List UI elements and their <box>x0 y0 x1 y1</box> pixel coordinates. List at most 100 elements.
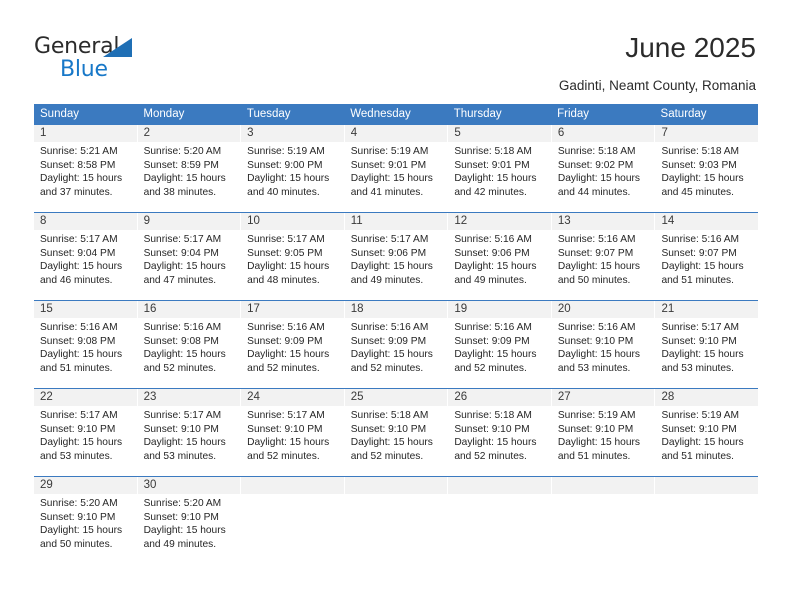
day-info-line: and 49 minutes. <box>143 538 217 550</box>
calendar-day-cell[interactable]: 11 Sunrise: 5:17 AM Sunset: 9:06 PM Dayligh… <box>344 213 449 300</box>
calendar-day-cell-empty <box>655 477 759 564</box>
day-info-line: Sunset: 9:06 PM <box>350 247 427 259</box>
day-sun-info: Sunrise: 5:17 AM Sunset: 9:10 PM Daylight:… <box>655 318 758 375</box>
day-sun-info: Sunrise: 5:16 AM Sunset: 9:10 PM Daylight:… <box>552 318 655 375</box>
day-number: 13 <box>557 215 571 227</box>
day-sun-info: Sunrise: 5:17 AM Sunset: 9:10 PM Daylight:… <box>138 406 241 463</box>
calendar-day-cell[interactable]: 30 Sunrise: 5:20 AM Sunset: 9:10 PM Dayligh… <box>137 477 242 564</box>
calendar-day-cell[interactable]: 24 Sunrise: 5:17 AM Sunset: 9:10 PM Dayligh… <box>241 389 345 476</box>
calendar-day-cell[interactable]: 23 Sunrise: 5:17 AM Sunset: 9:10 PM Dayligh… <box>137 389 242 476</box>
day-info-line: Sunset: 9:10 PM <box>454 423 530 435</box>
day-info-line: Daylight: 15 hours <box>557 349 641 361</box>
calendar-day-cell[interactable]: 20 Sunrise: 5:16 AM Sunset: 9:10 PM Dayligh… <box>551 301 656 388</box>
day-sun-info: Sunrise: 5:18 AM Sunset: 9:10 PM Daylight:… <box>448 406 551 463</box>
calendar-day-cell[interactable]: 12 Sunrise: 5:16 AM Sunset: 9:06 PM Dayligh… <box>448 213 552 300</box>
calendar-day-cell[interactable]: 1 Sunrise: 5:21 AM Sunset: 8:58 PM Daylight… <box>34 125 138 212</box>
day-number: 16 <box>143 303 157 315</box>
day-info-line: and 50 minutes. <box>40 538 113 550</box>
weekday-header-monday: Monday <box>143 108 185 120</box>
day-info-line: Sunrise: 5:16 AM <box>557 322 636 333</box>
day-number: 22 <box>40 391 53 403</box>
calendar-day-cell[interactable]: 18 Sunrise: 5:16 AM Sunset: 9:09 PM Dayligh… <box>344 301 449 388</box>
calendar-day-cell-empty <box>551 477 656 564</box>
day-info-line: Sunrise: 5:17 AM <box>350 234 429 245</box>
day-sun-info: Sunrise: 5:16 AM Sunset: 9:07 PM Daylight:… <box>655 230 758 287</box>
day-number-band: 2 <box>137 125 241 142</box>
day-sun-info: Sunrise: 5:17 AM Sunset: 9:10 PM Daylight:… <box>34 406 137 463</box>
calendar-day-cell[interactable]: 9 Sunrise: 5:17 AM Sunset: 9:04 PM Daylight… <box>137 213 242 300</box>
calendar-day-cell[interactable]: 28 Sunrise: 5:19 AM Sunset: 9:10 PM Dayligh… <box>655 389 759 476</box>
weekday-header-wednesday: Wednesday <box>350 108 411 120</box>
calendar-day-cell[interactable]: 29 Sunrise: 5:20 AM Sunset: 9:10 PM Dayligh… <box>34 477 138 564</box>
day-info-line: Sunrise: 5:18 AM <box>661 146 740 157</box>
calendar-day-cell[interactable]: 26 Sunrise: 5:18 AM Sunset: 9:10 PM Dayligh… <box>448 389 552 476</box>
calendar-day-cell[interactable]: 5 Sunrise: 5:18 AM Sunset: 9:01 PM Daylight… <box>448 125 552 212</box>
calendar-day-cell[interactable]: 8 Sunrise: 5:17 AM Sunset: 9:04 PM Daylight… <box>34 213 138 300</box>
day-info-line: Daylight: 15 hours <box>143 349 226 361</box>
day-number-band: 23 <box>137 389 241 406</box>
day-info-line: Sunrise: 5:20 AM <box>143 146 222 157</box>
day-info-line: Daylight: 15 hours <box>40 437 123 449</box>
calendar-day-cell[interactable]: 13 Sunrise: 5:16 AM Sunset: 9:07 PM Dayligh… <box>551 213 656 300</box>
day-info-line: Daylight: 15 hours <box>557 261 641 273</box>
day-info-line: Sunset: 8:58 PM <box>40 159 116 171</box>
general-blue-logo: General Blue <box>34 36 234 88</box>
day-info-line: and 53 minutes. <box>557 362 631 374</box>
day-info-line: and 42 minutes. <box>454 186 527 198</box>
day-info-line: Daylight: 15 hours <box>247 173 330 185</box>
day-info-line: Daylight: 15 hours <box>454 437 537 449</box>
day-sun-info: Sunrise: 5:17 AM Sunset: 9:10 PM Daylight:… <box>241 406 344 463</box>
day-sun-info: Sunrise: 5:18 AM Sunset: 9:01 PM Daylight:… <box>448 142 551 199</box>
day-info-line: Daylight: 15 hours <box>40 173 123 185</box>
calendar-day-cell[interactable]: 7 Sunrise: 5:18 AM Sunset: 9:03 PM Daylight… <box>655 125 759 212</box>
day-number: 8 <box>40 215 47 227</box>
day-info-line: Daylight: 15 hours <box>557 173 641 185</box>
calendar-week-row: 22 Sunrise: 5:17 AM Sunset: 9:10 PM Dayligh… <box>34 388 759 476</box>
day-info-line: Daylight: 15 hours <box>661 349 744 361</box>
calendar-day-cell[interactable]: 27 Sunrise: 5:19 AM Sunset: 9:10 PM Dayligh… <box>551 389 656 476</box>
day-sun-info: Sunrise: 5:19 AM Sunset: 9:10 PM Daylight:… <box>552 406 655 463</box>
day-info-line: and 49 minutes. <box>350 274 424 286</box>
day-sun-info: Sunrise: 5:17 AM Sunset: 9:04 PM Daylight:… <box>34 230 137 287</box>
day-sun-info: Sunrise: 5:16 AM Sunset: 9:09 PM Daylight:… <box>448 318 551 375</box>
day-sun-info: Sunrise: 5:19 AM Sunset: 9:01 PM Daylight:… <box>345 142 448 199</box>
day-info-line: and 45 minutes. <box>661 186 734 198</box>
calendar-day-cell[interactable]: 10 Sunrise: 5:17 AM Sunset: 9:05 PM Dayligh… <box>241 213 345 300</box>
calendar-day-cell[interactable]: 2 Sunrise: 5:20 AM Sunset: 8:59 PM Daylight… <box>137 125 242 212</box>
calendar-day-cell[interactable]: 16 Sunrise: 5:16 AM Sunset: 9:08 PM Dayligh… <box>137 301 242 388</box>
calendar-day-cell[interactable]: 25 Sunrise: 5:18 AM Sunset: 9:10 PM Dayligh… <box>344 389 449 476</box>
day-number: 12 <box>454 215 468 227</box>
day-sun-info: Sunrise: 5:17 AM Sunset: 9:06 PM Daylight:… <box>345 230 448 287</box>
calendar-day-cell[interactable]: 6 Sunrise: 5:18 AM Sunset: 9:02 PM Daylight… <box>551 125 656 212</box>
calendar-page: General Blue June 2025 Gadinti, Neamt Co… <box>0 0 792 612</box>
day-number-band: 18 <box>344 301 448 318</box>
day-number: 9 <box>143 215 150 227</box>
day-number-band <box>655 477 759 494</box>
calendar-day-cell[interactable]: 17 Sunrise: 5:16 AM Sunset: 9:09 PM Dayligh… <box>241 301 345 388</box>
day-number-band: 21 <box>655 301 759 318</box>
day-info-line: Sunset: 9:10 PM <box>40 511 116 523</box>
day-sun-info: Sunrise: 5:16 AM Sunset: 9:09 PM Daylight:… <box>241 318 344 375</box>
day-info-line: Sunrise: 5:17 AM <box>247 234 325 245</box>
day-info-line: Sunset: 9:06 PM <box>454 247 530 259</box>
day-info-line: Sunrise: 5:19 AM <box>557 410 636 421</box>
calendar-week-row: 1 Sunrise: 5:21 AM Sunset: 8:58 PM Daylight… <box>34 124 759 212</box>
calendar-day-cell[interactable]: 3 Sunrise: 5:19 AM Sunset: 9:00 PM Daylight… <box>241 125 345 212</box>
day-number: 10 <box>247 215 260 227</box>
day-info-line: and 52 minutes. <box>247 362 320 374</box>
day-info-line: Sunset: 9:10 PM <box>557 335 634 347</box>
calendar-day-cell[interactable]: 22 Sunrise: 5:17 AM Sunset: 9:10 PM Dayligh… <box>34 389 138 476</box>
day-sun-info: Sunrise: 5:16 AM Sunset: 9:07 PM Daylight:… <box>552 230 655 287</box>
calendar-day-cell[interactable]: 14 Sunrise: 5:16 AM Sunset: 9:07 PM Dayligh… <box>655 213 759 300</box>
weekday-header-friday: Friday <box>557 108 590 120</box>
day-info-line: Sunset: 8:59 PM <box>143 159 219 171</box>
calendar-day-cell[interactable]: 4 Sunrise: 5:19 AM Sunset: 9:01 PM Daylight… <box>344 125 449 212</box>
day-number-band: 9 <box>137 213 241 230</box>
day-sun-info: Sunrise: 5:21 AM Sunset: 8:58 PM Daylight:… <box>34 142 137 199</box>
day-number-band: 26 <box>448 389 551 406</box>
calendar-day-cell[interactable]: 19 Sunrise: 5:16 AM Sunset: 9:09 PM Dayligh… <box>448 301 552 388</box>
day-info-line: Sunrise: 5:16 AM <box>350 322 429 333</box>
calendar-day-cell[interactable]: 21 Sunrise: 5:17 AM Sunset: 9:10 PM Dayligh… <box>655 301 759 388</box>
calendar-day-cell[interactable]: 15 Sunrise: 5:16 AM Sunset: 9:08 PM Dayligh… <box>34 301 138 388</box>
day-number-band: 11 <box>344 213 448 230</box>
